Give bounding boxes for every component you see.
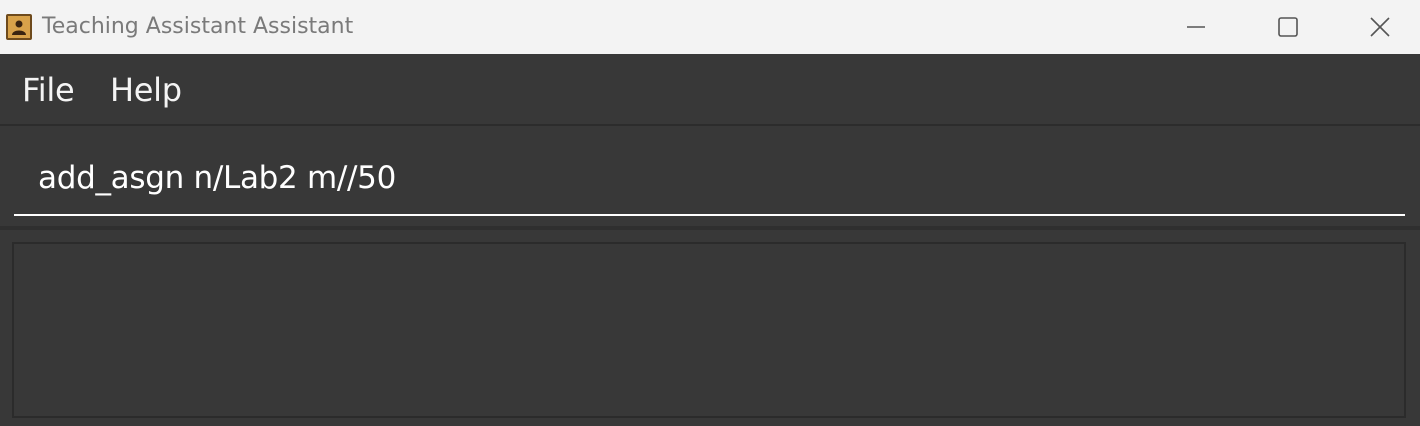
menu-bar: File Help (0, 54, 1420, 126)
window-title: Teaching Assistant Assistant (42, 14, 354, 39)
minimize-icon (1187, 26, 1205, 28)
menu-file[interactable]: File (22, 70, 75, 110)
command-box-pane (0, 126, 1420, 230)
contact-book-icon (6, 14, 32, 40)
command-input[interactable] (14, 142, 1405, 216)
result-display (12, 242, 1406, 418)
maximize-icon (1278, 17, 1298, 37)
title-bar: Teaching Assistant Assistant (0, 0, 1420, 54)
maximize-button[interactable] (1242, 0, 1334, 54)
minimize-button[interactable] (1150, 0, 1242, 54)
menu-help[interactable]: Help (110, 70, 182, 110)
close-button[interactable] (1334, 0, 1420, 54)
close-icon (1370, 17, 1390, 37)
